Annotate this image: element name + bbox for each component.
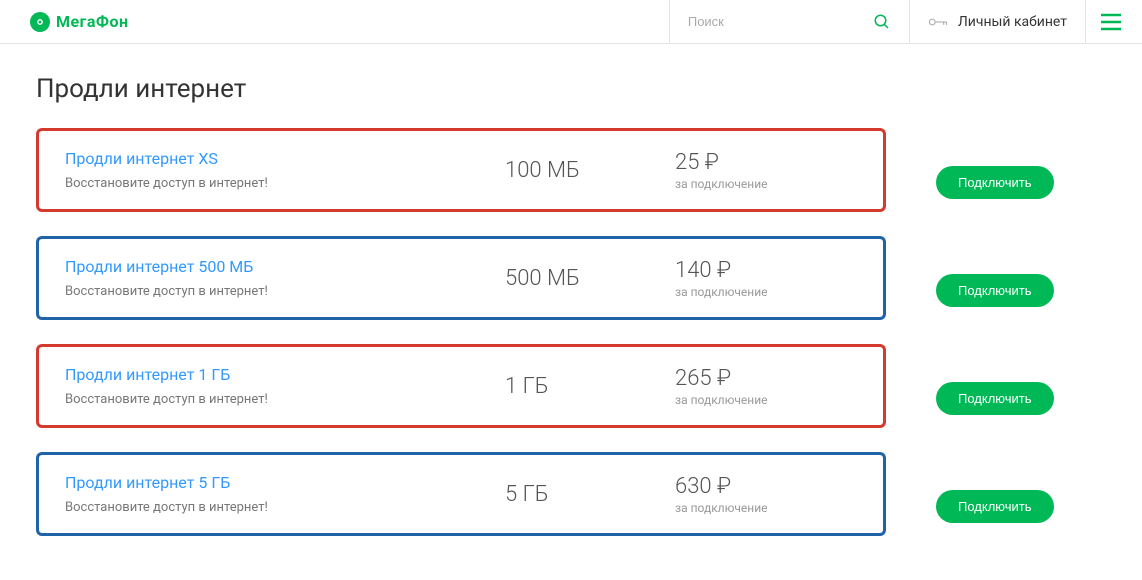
cabinet-label: Личный кабинет xyxy=(958,14,1067,30)
plan-subtitle: Восстановите доступ в интернет! xyxy=(65,392,505,407)
connect-button[interactable]: Подключить xyxy=(936,274,1054,307)
header: МегаФон Личный кабинет xyxy=(0,0,1142,44)
plan-price-block: 265 ₽ за подключение xyxy=(675,366,825,407)
plan-info: Продли интернет 1 ГБ Восстановите доступ … xyxy=(65,365,505,407)
plan-info: Продли интернет XS Восстановите доступ в … xyxy=(65,149,505,191)
plan-amount: 1 ГБ xyxy=(505,374,675,399)
brand-text: МегаФон xyxy=(56,12,129,31)
search-icon[interactable] xyxy=(873,13,891,31)
hamburger-icon xyxy=(1100,13,1122,31)
plan-price-sub: за подключение xyxy=(675,285,825,299)
plan-price-sub: за подключение xyxy=(675,501,825,515)
plan-price: 630 ₽ xyxy=(675,474,825,499)
plan-price: 265 ₽ xyxy=(675,366,825,391)
plan-card: Продли интернет 5 ГБ Восстановите доступ … xyxy=(36,452,886,536)
plan-subtitle: Восстановите доступ в интернет! xyxy=(65,176,505,191)
plan-price: 25 ₽ xyxy=(675,150,825,175)
plan-amount: 500 МБ xyxy=(505,266,675,291)
plan-title-link[interactable]: Продли интернет XS xyxy=(65,149,505,168)
personal-cabinet-link[interactable]: Личный кабинет xyxy=(909,0,1085,43)
connect-button[interactable]: Подключить xyxy=(936,382,1054,415)
plan-amount: 100 МБ xyxy=(505,158,675,183)
plan-row: Продли интернет 500 МБ Восстановите досту… xyxy=(36,236,1106,344)
connect-button[interactable]: Подключить xyxy=(936,490,1054,523)
plan-price-block: 25 ₽ за подключение xyxy=(675,150,825,191)
plan-title-link[interactable]: Продли интернет 1 ГБ xyxy=(65,365,505,384)
plans-list: Продли интернет XS Восстановите доступ в … xyxy=(36,128,1106,560)
menu-button[interactable] xyxy=(1085,0,1122,43)
search-input[interactable] xyxy=(688,14,848,29)
plan-subtitle: Восстановите доступ в интернет! xyxy=(65,500,505,515)
plan-subtitle: Восстановите доступ в интернет! xyxy=(65,284,505,299)
search-box xyxy=(669,0,909,43)
plan-title-link[interactable]: Продли интернет 500 МБ xyxy=(65,257,505,276)
connect-button[interactable]: Подключить xyxy=(936,166,1054,199)
plan-info: Продли интернет 500 МБ Восстановите досту… xyxy=(65,257,505,299)
key-icon xyxy=(928,15,948,29)
plan-card: Продли интернет XS Восстановите доступ в … xyxy=(36,128,886,212)
plan-title-link[interactable]: Продли интернет 5 ГБ xyxy=(65,473,505,492)
plan-info: Продли интернет 5 ГБ Восстановите доступ … xyxy=(65,473,505,515)
plan-row: Продли интернет 1 ГБ Восстановите доступ … xyxy=(36,344,1106,452)
page-title: Продли интернет xyxy=(36,74,1106,104)
plan-price-block: 630 ₽ за подключение xyxy=(675,474,825,515)
content: Продли интернет Продли интернет XS Восста… xyxy=(0,44,1142,580)
plan-card: Продли интернет 500 МБ Восстановите досту… xyxy=(36,236,886,320)
plan-price-sub: за подключение xyxy=(675,177,825,191)
plan-card: Продли интернет 1 ГБ Восстановите доступ … xyxy=(36,344,886,428)
plan-amount: 5 ГБ xyxy=(505,482,675,507)
plan-row: Продли интернет XS Восстановите доступ в … xyxy=(36,128,1106,236)
plan-price-sub: за подключение xyxy=(675,393,825,407)
plan-row: Продли интернет 5 ГБ Восстановите доступ … xyxy=(36,452,1106,560)
plan-price: 140 ₽ xyxy=(675,258,825,283)
logo[interactable]: МегаФон xyxy=(30,12,129,32)
plan-price-block: 140 ₽ за подключение xyxy=(675,258,825,299)
megafon-logo-icon xyxy=(30,12,50,32)
